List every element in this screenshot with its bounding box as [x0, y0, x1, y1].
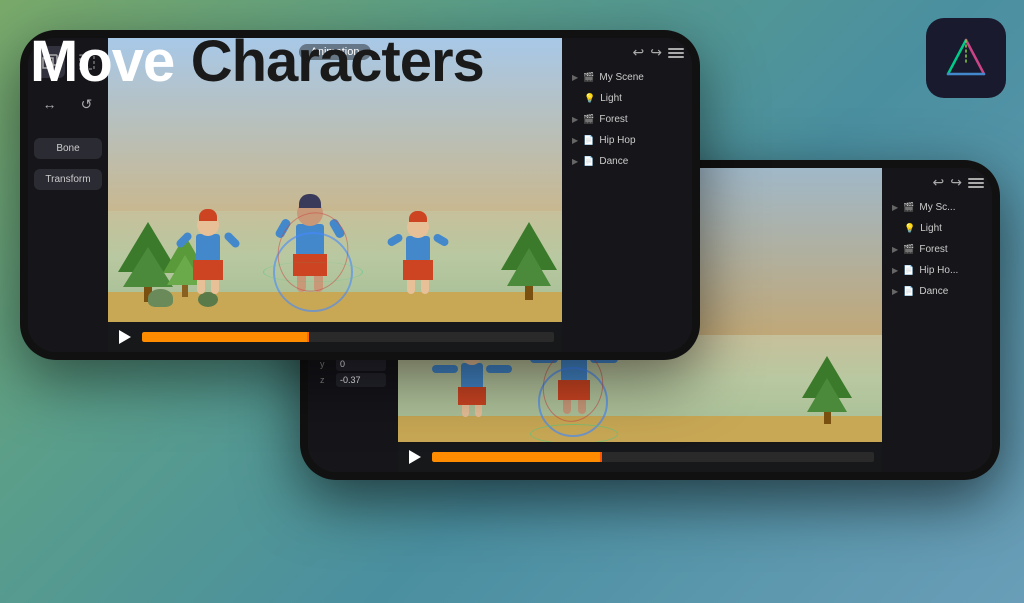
phone1-play-button[interactable] [116, 328, 134, 346]
title-area: Move Characters [30, 28, 484, 95]
app-icon[interactable] [926, 18, 1006, 98]
character-3 [403, 216, 433, 294]
phone1-redo-button[interactable]: ↪ [650, 44, 662, 61]
title-move: Move [30, 29, 174, 94]
phone1-scene-item-dance[interactable]: ▶ 📄 Dance [562, 151, 692, 172]
title-characters: Characters [191, 29, 484, 94]
phone2-scene-item-forest[interactable]: ▶ 🎬 Forest [882, 239, 992, 260]
phone2-field-z[interactable]: -0.37 [336, 373, 386, 387]
character-1 [193, 214, 223, 294]
phone1-undo-button[interactable]: ↩ [633, 44, 645, 61]
phone2-tree-right [802, 356, 852, 424]
phone1-scene-item-light[interactable]: 💡 Light [562, 88, 692, 109]
phone2-play-button[interactable] [406, 448, 424, 466]
phone1-scene-item-forest[interactable]: ▶ 🎬 Forest [562, 109, 692, 130]
phone2-scene-item-dance[interactable]: ▶ 📄 Dance [882, 281, 992, 302]
phone1-scene-item-myscene[interactable]: ▶ 🎬 My Scene [562, 67, 692, 88]
phone1-right-panel: ↩ ↪ ▶ 🎬 My Scene 💡 Light ▶ 🎬 [562, 38, 692, 352]
phone1-right-header: ↩ ↪ [562, 38, 692, 67]
phone2-menu-button[interactable] [968, 178, 984, 188]
phone1-timeline: 10 [108, 322, 562, 352]
phone2-undo-button[interactable]: ↩ [933, 174, 945, 191]
phone1-menu-button[interactable] [668, 48, 684, 58]
phone2-scene-item-myscene[interactable]: ▶ 🎬 My Sc... [882, 197, 992, 218]
phone1-transform-button[interactable]: Transform [34, 169, 102, 190]
phone2-right-panel: ↩ ↪ ▶ 🎬 My Sc... 💡 Light ▶ 🎬 For [882, 168, 992, 472]
phone2-right-header: ↩ ↪ [882, 168, 992, 197]
phone2-scene-item-hiphop[interactable]: ▶ 📄 Hip Ho... [882, 260, 992, 281]
phone2-redo-button[interactable]: ↪ [950, 174, 962, 191]
tree-right-1 [501, 222, 557, 300]
phone2-timeline [398, 442, 882, 472]
phone2-scene-item-light[interactable]: 💡 Light [882, 218, 992, 239]
phone1-bone-button[interactable]: Bone [34, 138, 102, 159]
phone1-scene-item-hiphop[interactable]: ▶ 📄 Hip Hop [562, 130, 692, 151]
